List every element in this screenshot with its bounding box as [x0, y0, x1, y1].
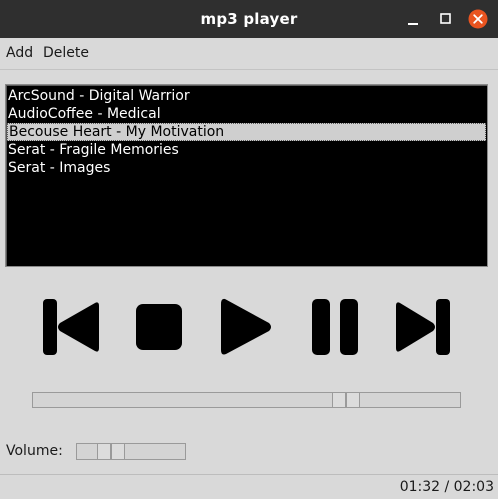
volume-slider[interactable]	[76, 443, 186, 460]
skip-back-icon	[43, 299, 99, 355]
pause-button[interactable]	[311, 298, 359, 356]
skip-forward-icon	[396, 299, 450, 355]
menu-bar: Add Delete	[0, 38, 498, 70]
close-button[interactable]	[468, 9, 488, 29]
seek-slider-handle[interactable]	[332, 393, 346, 407]
menu-delete[interactable]: Delete	[43, 45, 89, 61]
title-bar: mp3 player	[0, 0, 498, 38]
volume-label: Volume:	[6, 443, 63, 459]
window-title: mp3 player	[200, 10, 298, 28]
volume-slider-handle[interactable]	[111, 444, 125, 459]
seek-slider-handle[interactable]	[346, 393, 360, 407]
maximize-icon	[440, 13, 451, 24]
stop-button[interactable]	[135, 303, 183, 351]
stop-icon	[136, 304, 182, 350]
time-readout: 01:32 / 02:03	[399, 479, 494, 495]
playlist-item[interactable]: AudioCoffee - Medical	[7, 105, 486, 123]
next-button[interactable]	[395, 298, 451, 356]
pause-icon	[312, 299, 358, 355]
playlist-item-selected[interactable]: Becouse Heart - My Motivation	[7, 123, 486, 141]
previous-button[interactable]	[42, 298, 100, 356]
seek-slider[interactable]	[32, 392, 461, 408]
status-divider	[0, 474, 498, 475]
play-button[interactable]	[221, 298, 273, 356]
play-icon	[221, 298, 271, 355]
minimize-button[interactable]	[403, 9, 423, 29]
volume-slider-handle[interactable]	[97, 444, 111, 459]
close-icon	[468, 9, 488, 29]
minimize-icon	[408, 23, 418, 25]
playlist[interactable]: ArcSound - Digital Warrior AudioCoffee -…	[5, 84, 488, 267]
playlist-item[interactable]: Serat - Images	[7, 159, 486, 177]
playlist-item[interactable]: Serat - Fragile Memories	[7, 141, 486, 159]
menu-add[interactable]: Add	[6, 45, 33, 61]
maximize-button[interactable]	[435, 9, 455, 29]
playlist-item[interactable]: ArcSound - Digital Warrior	[7, 87, 486, 105]
